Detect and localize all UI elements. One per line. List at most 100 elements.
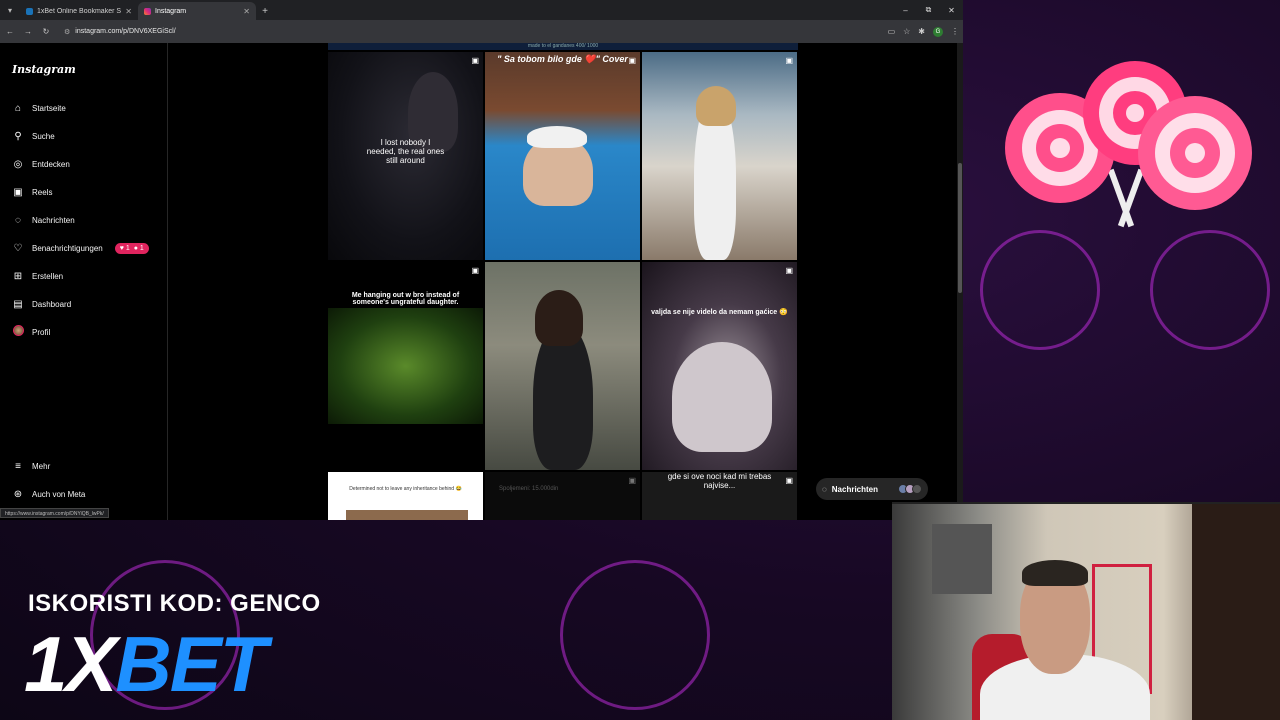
likes-count: ♥ 1 [119,244,130,252]
post-image [346,510,468,520]
likes-number: 1 [125,244,130,252]
grid-post[interactable]: ▣ " Sa tobom bilo gde ❤️" Cover [485,52,640,260]
sidebar-item-nachrichten[interactable]: ◌ Nachrichten [12,213,75,227]
sidebar-item-mehr[interactable]: ≡ Mehr [12,459,50,473]
figure-shape [672,342,772,452]
address-bar-row: ← → ↻ ⚙ instagram.com/p/DNV6XEGiScl/ ▭ ☆… [0,20,963,43]
post-caption: Determined not to leave any inheritance … [349,486,462,492]
sidebar-item-suche[interactable]: ⚲ Suche [12,129,55,143]
site-info-icon[interactable]: ⚙ [64,28,70,36]
wall-art [932,524,992,594]
webcam-feed [892,502,1280,720]
new-tab-button[interactable]: + [256,2,274,20]
sidebar-item-label: Auch von Meta [32,489,86,499]
hair-shape [535,290,583,346]
menu-dots-icon[interactable]: ⋮ [951,27,959,36]
grid-post[interactable]: ▣ gde si ove noci kad mi trebas najvise.… [642,472,797,520]
follows-number: 1 [139,244,144,252]
messenger-icon: ◌ [822,484,827,494]
post-image [328,308,483,424]
profile-avatar[interactable]: G [933,26,943,37]
sidebar-item-label: Nachrichten [32,215,75,225]
close-icon[interactable]: ✕ [125,7,132,16]
status-bar-url: https://www.instagram.com/p/DNYiQB_lwPk/ [0,508,109,518]
post-caption: gde si ove noci kad mi trebas najvise... [667,472,772,490]
minimize-icon[interactable]: – [894,0,917,20]
bookmark-star-icon[interactable]: ☆ [903,27,910,36]
tab-instagram[interactable]: Instagram ✕ [138,2,256,20]
spade-outline [980,230,1100,350]
sidebar-item-label: Entdecken [32,159,70,169]
sidebar-item-profil[interactable]: Profil [12,325,50,339]
grid-post[interactable]: ▣ Spoljemeni: 15.000din [485,472,640,520]
window-controls: – ⧉ ✕ [894,0,963,20]
grid-post[interactable]: ▣ valjda se nije videlo da nemam gaćice … [642,262,797,470]
toolbar-icons: ▭ ☆ ✱ G ⋮ [888,26,959,37]
reel-icon: ▣ [628,476,636,485]
url-text: instagram.com/p/DNV6XEGiScl/ [75,28,176,35]
heart-icon: ♡ [13,242,23,254]
tab-search-icon[interactable]: ▾ [0,0,20,20]
grid-post[interactable]: ▣ [642,52,797,260]
sidebar-item-meta[interactable]: ⊛ Auch von Meta [12,487,86,501]
sidebar-item-label: Dashboard [32,299,72,309]
curtain-shape [1192,504,1280,720]
sidebar-item-label: Mehr [32,461,51,471]
reel-icon: ▣ [471,266,479,275]
strip-text: made to el gandanes 400/ 1000 [527,43,599,49]
grid-post[interactable]: ▣ Me hanging out w bro instead of someon… [328,262,483,470]
dashboard-icon: ▤ [13,298,23,310]
sidebar-item-dashboard[interactable]: ▤ Dashboard [12,297,71,311]
sidebar-item-entdecken[interactable]: ◎ Entdecken [12,157,70,171]
sidebar-item-label: Profil [32,327,51,337]
sidebar-item-erstellen[interactable]: ⊞ Erstellen [12,269,63,283]
meta-icon: ⊛ [13,488,23,500]
brand-part-2: BET [115,620,267,708]
sidebar-item-label: Suche [32,131,55,141]
scrollbar[interactable] [957,43,963,520]
scrollbar-thumb[interactable] [958,163,962,293]
messages-bubble[interactable]: ◌ Nachrichten [816,478,928,500]
compass-icon: ◎ [13,158,23,170]
post-caption: Me hanging out w bro instead of someone'… [351,292,460,306]
tab-bar: ▾ 1xBet Online Bookmaker Serbia ✕ Instag… [0,0,963,20]
avatar-stack [898,484,922,494]
tab-title: 1xBet Online Bookmaker Serbia [37,7,122,15]
hair-shape [1022,560,1088,586]
favicon-icon [26,7,33,15]
reels-icon: ▣ [13,186,23,198]
post-strip[interactable]: made to el gandanes 400/ 1000 [328,43,798,50]
instagram-logo[interactable]: Instagram [12,63,76,76]
follows-count: ● 1 [133,244,144,252]
sidebar-item-reels[interactable]: ▣ Reels [12,185,52,199]
favicon-icon [144,7,151,15]
stream-stage: ▾ 1xBet Online Bookmaker Serbia ✕ Instag… [0,0,1280,720]
forward-icon[interactable]: → [22,27,34,36]
avatar [12,325,24,339]
cast-icon[interactable]: ▭ [888,27,896,36]
url-input[interactable]: ⚙ instagram.com/p/DNV6XEGiScl/ [58,24,882,40]
sidebar-item-label: Erstellen [32,271,64,281]
notification-badge[interactable]: ♥ 1 ● 1 [114,242,149,254]
tab-title: Instagram [155,7,187,15]
tab-1xbet[interactable]: 1xBet Online Bookmaker Serbia ✕ [20,2,138,20]
sidebar-item-startseite[interactable]: ⌂ Startseite [12,101,66,115]
reel-icon: ▣ [785,56,793,65]
page-viewport: Instagram ⌂ Startseite ⚲ Suche ◎ Entdeck… [0,43,963,520]
spade-outline [560,560,710,710]
restore-icon[interactable]: ⧉ [917,0,940,20]
grid-post[interactable]: Determined not to leave any inheritance … [328,472,483,520]
back-icon[interactable]: ← [4,27,16,36]
close-window-icon[interactable]: ✕ [940,0,963,20]
lollipop-graphic [1005,61,1252,228]
grid-post[interactable] [485,262,640,470]
search-icon: ⚲ [14,130,22,142]
reload-icon[interactable]: ↻ [40,27,52,36]
grid-post[interactable]: ▣ I lost nobody I needed, the real ones … [328,52,483,260]
sidebar-item-benachrichtigungen[interactable]: ♡ Benachrichtigungen ♥ 1 ● 1 [12,241,149,255]
close-icon[interactable]: ✕ [243,7,250,16]
messenger-icon: ◌ [15,214,21,226]
extensions-icon[interactable]: ✱ [918,27,925,36]
post-caption: " Sa tobom bilo gde ❤️" Cover [497,54,628,64]
promo-code-text: ISKORISTI KOD: GENCO [28,590,321,617]
